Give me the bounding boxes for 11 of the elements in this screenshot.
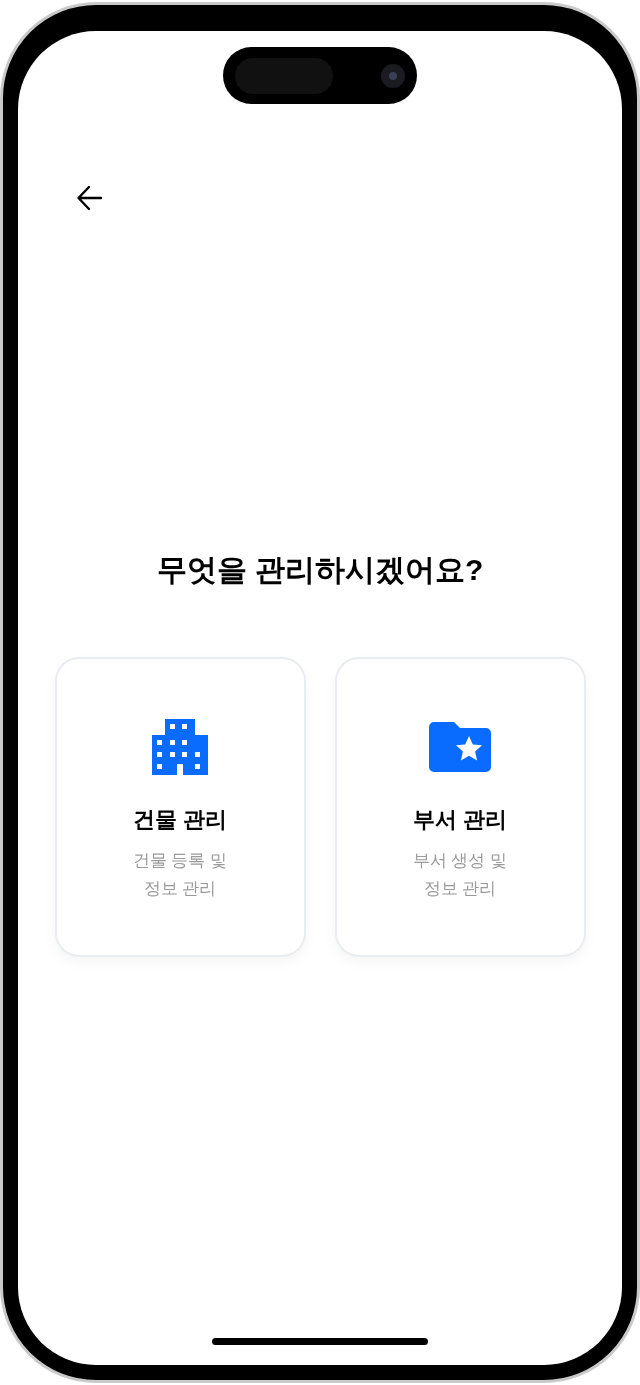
page-title: 무엇을 관리하시겠어요? <box>156 552 484 588</box>
back-button[interactable] <box>76 184 104 212</box>
option-card[interactable]: 건물 관리 건물 등록 및 정보 관리 <box>54 657 306 957</box>
card-description: 부서 생성 및 정보 관리 <box>412 850 508 900</box>
building-icon <box>152 719 208 775</box>
option-card[interactable]: 부서 관리 부서 생성 및 정보 관리 <box>334 657 586 957</box>
card-description: 건물 등록 및 정보 관리 <box>132 850 228 900</box>
folder-star-icon <box>429 722 491 772</box>
card-title: 부서 관리 <box>412 806 508 834</box>
card-title: 건물 관리 <box>132 806 228 834</box>
back-arrow-icon <box>76 184 104 212</box>
